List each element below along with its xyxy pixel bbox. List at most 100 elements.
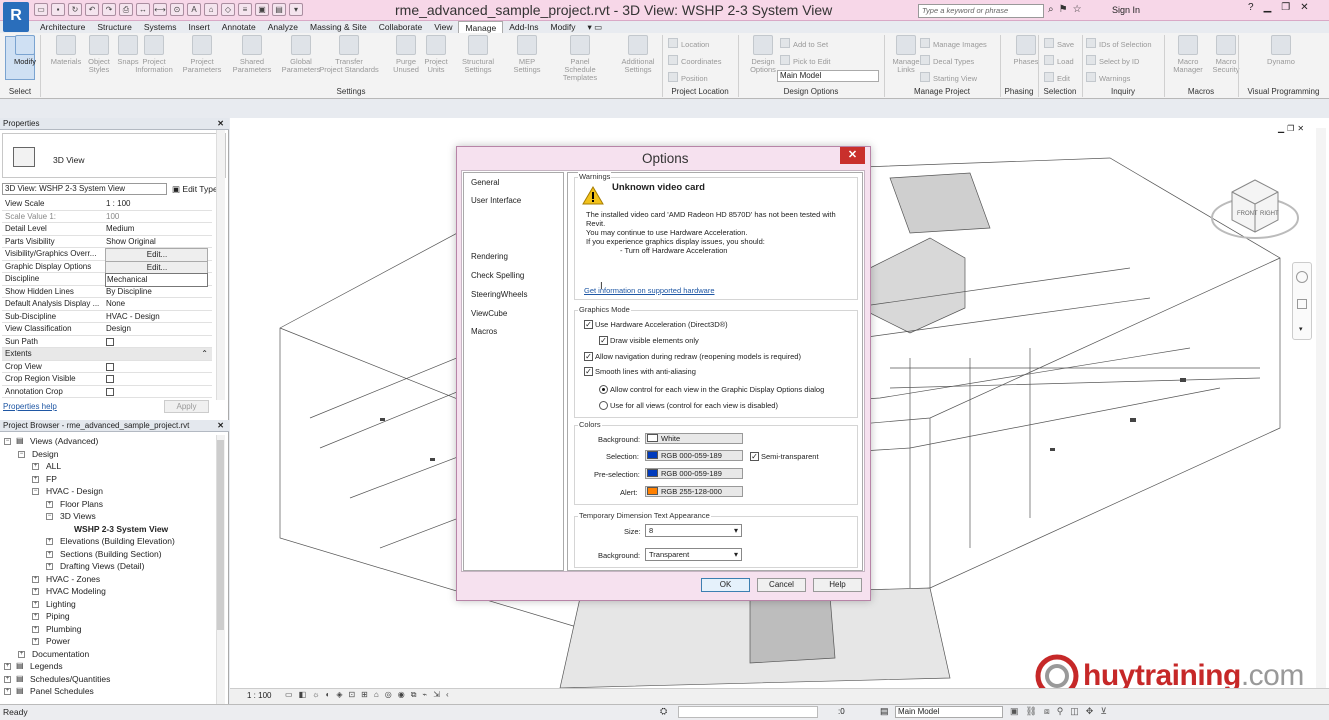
- redo-icon[interactable]: ↷: [102, 3, 116, 16]
- navigation-redraw-checkbox[interactable]: ✓: [584, 352, 593, 361]
- design-option-selector[interactable]: Main Model: [777, 70, 879, 82]
- background-color-button[interactable]: White: [645, 433, 743, 444]
- anti-aliasing-checkbox[interactable]: ✓: [584, 367, 593, 376]
- expand-collapse-icon[interactable]: +: [32, 613, 39, 620]
- expand-collapse-icon[interactable]: +: [46, 538, 53, 545]
- unlocked-3d-icon[interactable]: ⌂: [374, 690, 379, 700]
- expand-collapse-icon[interactable]: +: [4, 675, 11, 683]
- qat-dropdown-icon[interactable]: ▾: [289, 3, 303, 16]
- selection-color-button[interactable]: RGB 000-059-189: [645, 450, 743, 461]
- ribbon-button-shared-parameters[interactable]: Shared Parameters: [232, 35, 272, 74]
- analytical-model-icon[interactable]: ⌁: [422, 690, 427, 700]
- expand-collapse-icon[interactable]: +: [32, 638, 39, 645]
- search-icon[interactable]: ⌕: [1048, 4, 1054, 15]
- ribbon-button-project-parameters[interactable]: Project Parameters: [182, 35, 222, 74]
- options-nav-steeringwheels[interactable]: SteeringWheels: [471, 290, 527, 299]
- ribbon-button-macro-manager[interactable]: Macro Manager: [1168, 35, 1208, 74]
- select-pinned-icon[interactable]: ⚲: [1057, 706, 1064, 717]
- text-icon[interactable]: A: [187, 3, 201, 16]
- ribbon-small-coordinates[interactable]: Coordinates: [668, 55, 721, 66]
- shadows-icon[interactable]: ◐: [325, 690, 330, 700]
- close-hidden-icon[interactable]: ▣: [255, 3, 269, 16]
- detail-level-icon[interactable]: ▭: [285, 690, 293, 700]
- close-icon[interactable]: ✕: [1300, 2, 1308, 13]
- expand-collapse-icon[interactable]: +: [32, 575, 39, 583]
- expand-collapse-icon[interactable]: +: [46, 500, 53, 508]
- property-value[interactable]: Design: [105, 323, 208, 335]
- viewport-restore-icon[interactable]: ❐: [1287, 124, 1294, 133]
- apply-button[interactable]: Apply: [164, 400, 209, 413]
- browser-node[interactable]: + Plumbing: [0, 623, 215, 636]
- hardware-acceleration-checkbox[interactable]: ✓: [584, 320, 593, 329]
- expand-collapse-icon[interactable]: −: [46, 513, 53, 520]
- ribbon-small-edit[interactable]: Edit: [1044, 72, 1070, 83]
- temporary-hide-icon[interactable]: ◎: [385, 690, 392, 700]
- dimension-icon[interactable]: ⟷: [153, 3, 167, 16]
- property-checkbox[interactable]: [106, 375, 114, 383]
- maximize-icon[interactable]: ❐: [1281, 2, 1290, 13]
- ribbon-small-starting-view[interactable]: Starting View: [920, 72, 977, 83]
- browser-node[interactable]: − Views (Advanced) ▤: [0, 435, 215, 448]
- rendering-icon[interactable]: ◈: [336, 690, 342, 700]
- expand-collapse-icon[interactable]: +: [46, 563, 53, 570]
- property-value[interactable]: 1 : 100: [105, 198, 208, 210]
- show-crop-icon[interactable]: ⊞: [361, 690, 368, 700]
- ribbon-button-additional-settings[interactable]: Additional Settings: [618, 35, 658, 74]
- expand-collapse-icon[interactable]: −: [32, 488, 39, 495]
- ribbon-button-project-information[interactable]: Project Information: [134, 35, 174, 74]
- property-checkbox[interactable]: [106, 337, 114, 346]
- browser-node[interactable]: + Schedules/Quantities ▤: [0, 673, 215, 686]
- size-dropdown[interactable]: 8: [645, 524, 742, 537]
- tab-architecture[interactable]: Architecture: [34, 21, 91, 33]
- tab-massing-site[interactable]: Massing & Site: [304, 21, 373, 33]
- per-view-control-radio[interactable]: [599, 385, 608, 394]
- viewcube-right-label[interactable]: RIGHT: [1260, 211, 1279, 217]
- ribbon-small-location[interactable]: Location: [668, 38, 709, 49]
- sync-icon[interactable]: ↻: [68, 3, 82, 16]
- browser-node[interactable]: + Sections (Building Section): [0, 548, 215, 561]
- viewport-close-icon[interactable]: ✕: [1297, 124, 1304, 133]
- design-option-dropdown[interactable]: Main Model: [895, 706, 1003, 718]
- property-value[interactable]: None: [105, 298, 208, 310]
- ribbon-button-phases[interactable]: Phases: [1006, 35, 1046, 66]
- ribbon-small-ids-of-selection[interactable]: IDs of Selection: [1086, 38, 1152, 49]
- worksharing-icon[interactable]: ⧉: [411, 690, 417, 700]
- select-by-face-icon[interactable]: ◫: [1070, 706, 1079, 717]
- draw-visible-checkbox[interactable]: ✓: [599, 336, 608, 345]
- sun-path-icon[interactable]: ☼: [312, 690, 319, 700]
- collapse-icon[interactable]: ⌃: [201, 348, 208, 360]
- ribbon-small-position[interactable]: Position: [668, 72, 708, 83]
- ribbon-button-project-units[interactable]: Project Units: [416, 35, 456, 74]
- close-properties-icon[interactable]: ✕: [217, 118, 224, 130]
- browser-node[interactable]: WSHP 2-3 System View: [0, 523, 215, 536]
- browser-node[interactable]: + HVAC - Zones: [0, 573, 215, 586]
- browser-node[interactable]: + FP: [0, 473, 215, 486]
- switch-windows-icon[interactable]: ▤: [272, 3, 286, 16]
- browser-node[interactable]: + Elevations (Building Elevation): [0, 535, 215, 548]
- undo-icon[interactable]: ↶: [85, 3, 99, 16]
- save-icon[interactable]: ▪: [51, 3, 65, 16]
- drag-elements-icon[interactable]: ✥: [1086, 706, 1094, 717]
- browser-node[interactable]: −3D Views: [0, 510, 215, 523]
- filter-icon[interactable]: ⊻: [1100, 706, 1107, 717]
- help-icon[interactable]: ?: [1248, 2, 1254, 13]
- tab-manage[interactable]: Manage: [458, 21, 504, 33]
- ribbon-button-modify[interactable]: Modify: [5, 35, 45, 66]
- browser-scroll-thumb[interactable]: [217, 440, 224, 630]
- properties-scrollbar[interactable]: [216, 130, 225, 400]
- browser-node[interactable]: − Design: [0, 448, 215, 461]
- expand-collapse-icon[interactable]: +: [4, 663, 11, 670]
- supported-hardware-link[interactable]: Get information on supported hardware: [584, 286, 715, 295]
- edit-type-button[interactable]: ▣ Edit Type: [172, 184, 218, 195]
- browser-node[interactable]: + ALL: [0, 460, 215, 473]
- view-scale[interactable]: 1 : 100: [247, 691, 271, 700]
- cancel-button[interactable]: Cancel: [757, 578, 806, 592]
- minimize-icon[interactable]: ▁: [1264, 2, 1272, 13]
- nav-dropdown-icon[interactable]: ▾: [1299, 325, 1303, 333]
- options-nav-macros[interactable]: Macros: [471, 327, 497, 336]
- design-options-icon[interactable]: ▤: [880, 706, 889, 717]
- ribbon-button-structural-settings[interactable]: Structural Settings: [458, 35, 498, 74]
- ribbon-button-macro-security[interactable]: Macro Security: [1206, 35, 1246, 74]
- open-icon[interactable]: ▭: [34, 3, 48, 16]
- browser-node[interactable]: + Documentation: [0, 648, 215, 661]
